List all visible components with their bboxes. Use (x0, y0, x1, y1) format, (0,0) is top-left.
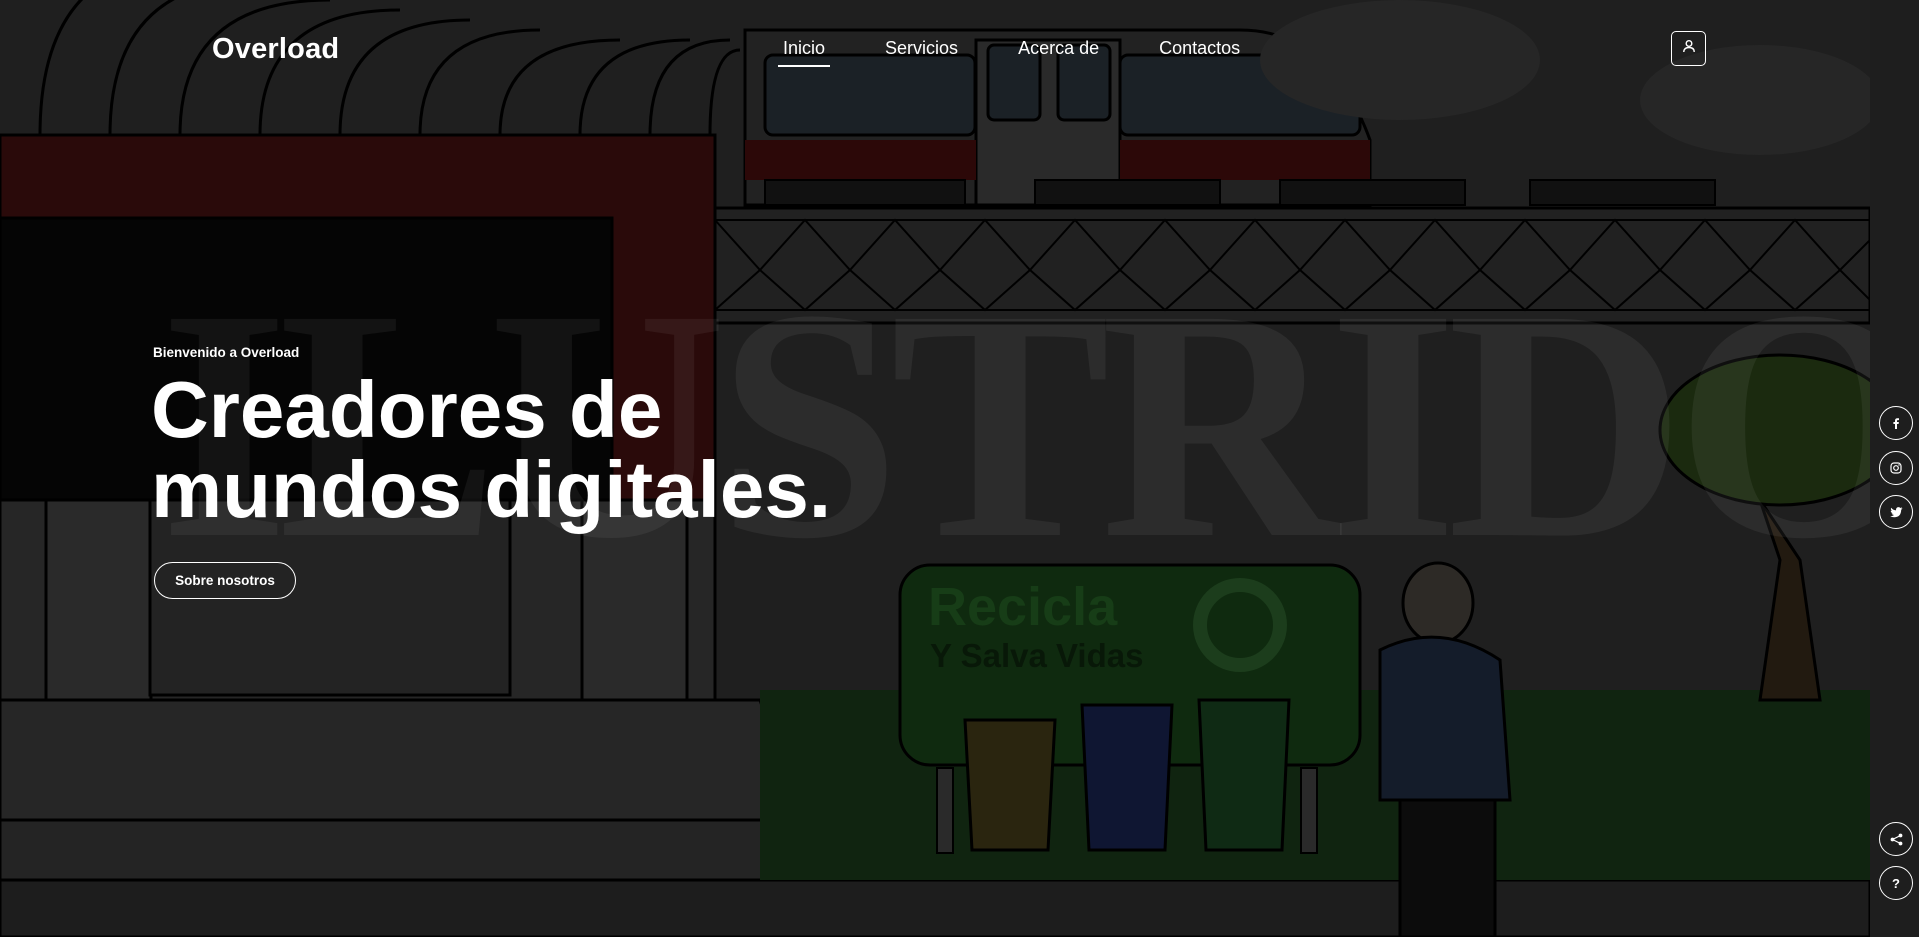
nav-item-servicios[interactable]: Servicios (885, 38, 958, 67)
twitter-icon (1889, 506, 1903, 518)
share-icon (1890, 833, 1903, 846)
welcome-text: Bienvenido a Overload (153, 345, 300, 360)
user-icon (1682, 39, 1696, 58)
share-button[interactable] (1879, 822, 1913, 856)
nav-item-inicio[interactable]: Inicio (777, 38, 831, 67)
svg-text:Y Salva Vidas: Y Salva Vidas (930, 637, 1143, 674)
user-account-button[interactable] (1671, 31, 1706, 66)
instagram-icon (1890, 462, 1902, 474)
main-nav: Inicio Servicios Acerca de Contactos (770, 38, 1240, 67)
nav-item-contactos[interactable]: Contactos (1159, 38, 1240, 67)
landing-page: Recicla Y Salva Vidas ILUSTRIDO Overload… (0, 0, 1919, 937)
hero-headline: Creadores de mundos digitales. (151, 370, 1051, 530)
facebook-button[interactable] (1879, 406, 1913, 440)
about-us-button[interactable]: Sobre nosotros (154, 562, 296, 599)
facebook-icon (1890, 417, 1902, 429)
help-icon: ? (1892, 875, 1900, 891)
headline-line-2: mundos digitales. (151, 445, 832, 534)
nav-item-acerca-de[interactable]: Acerca de (1018, 38, 1099, 67)
twitter-button[interactable] (1879, 495, 1913, 529)
headline-line-1: Creadores de (151, 365, 663, 454)
instagram-button[interactable] (1879, 451, 1913, 485)
site-logo[interactable]: Overload (212, 33, 339, 66)
help-button[interactable]: ? (1879, 866, 1913, 900)
